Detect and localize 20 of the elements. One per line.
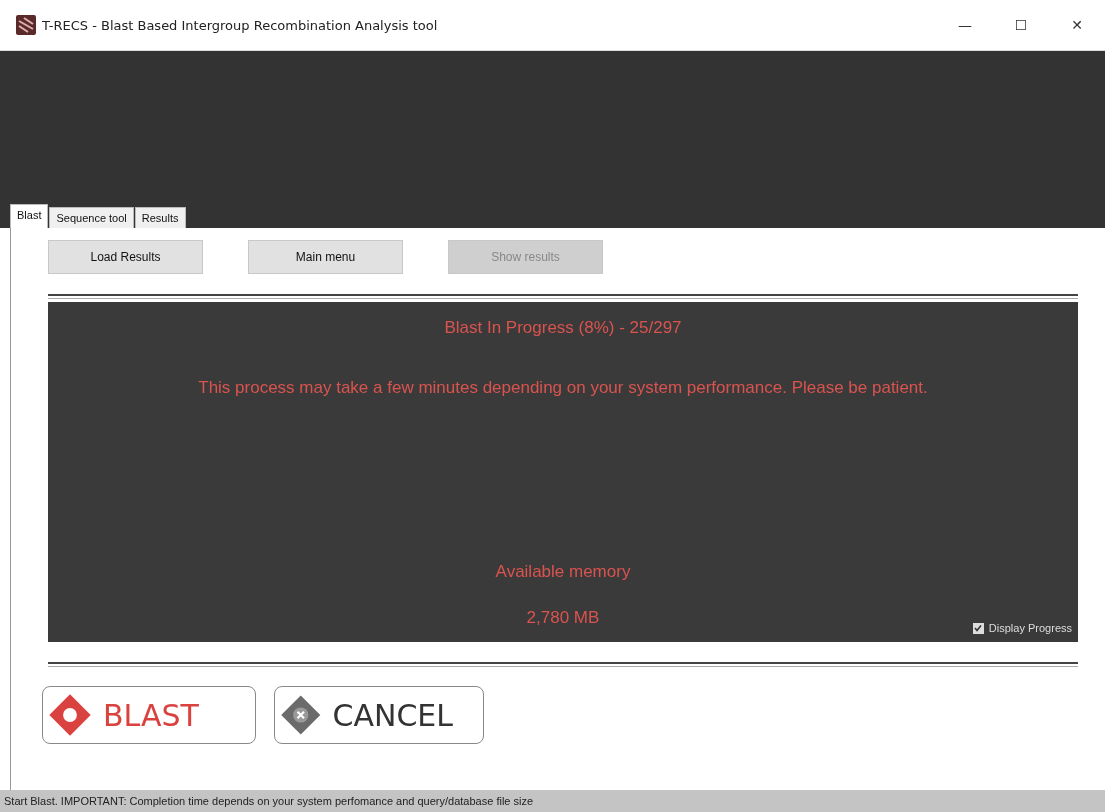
diamond-icon (47, 692, 93, 738)
window-title: T-RECS - Blast Based Intergroup Recombination Analysis tool (42, 17, 439, 33)
toolbar-button[interactable]: Main menu (248, 240, 403, 274)
progress-message: This process may take a few minutes depending on your system performance. Please be patient. (198, 378, 928, 398)
app-logo-icon (16, 15, 36, 35)
tab[interactable]: Results (134, 207, 186, 228)
memory-value: 2,780 MB (526, 608, 600, 628)
status-bar: Start Blast. IMPORTANT: Completion time depends on your system perfomance and query/database file size (0, 790, 1105, 812)
toolbar-button[interactable]: Load Results (48, 240, 203, 274)
action-button[interactable]: CANCEL (274, 686, 484, 744)
tab[interactable]: Blast (10, 204, 49, 228)
action-button[interactable]: BLAST (42, 686, 256, 744)
window-control-button[interactable]: — (937, 17, 993, 33)
memory-label: Available memory (495, 562, 631, 582)
tab[interactable]: Sequence tool (49, 207, 134, 228)
checkbox[interactable] (972, 622, 984, 634)
checkbox-label: Display Progress (988, 622, 1072, 634)
progress-title: Blast In Progress (8%) - 25/297 (444, 318, 682, 338)
window-control-button[interactable]: ✕ (1049, 17, 1105, 33)
window-control-button[interactable]: ☐ (993, 17, 1049, 33)
